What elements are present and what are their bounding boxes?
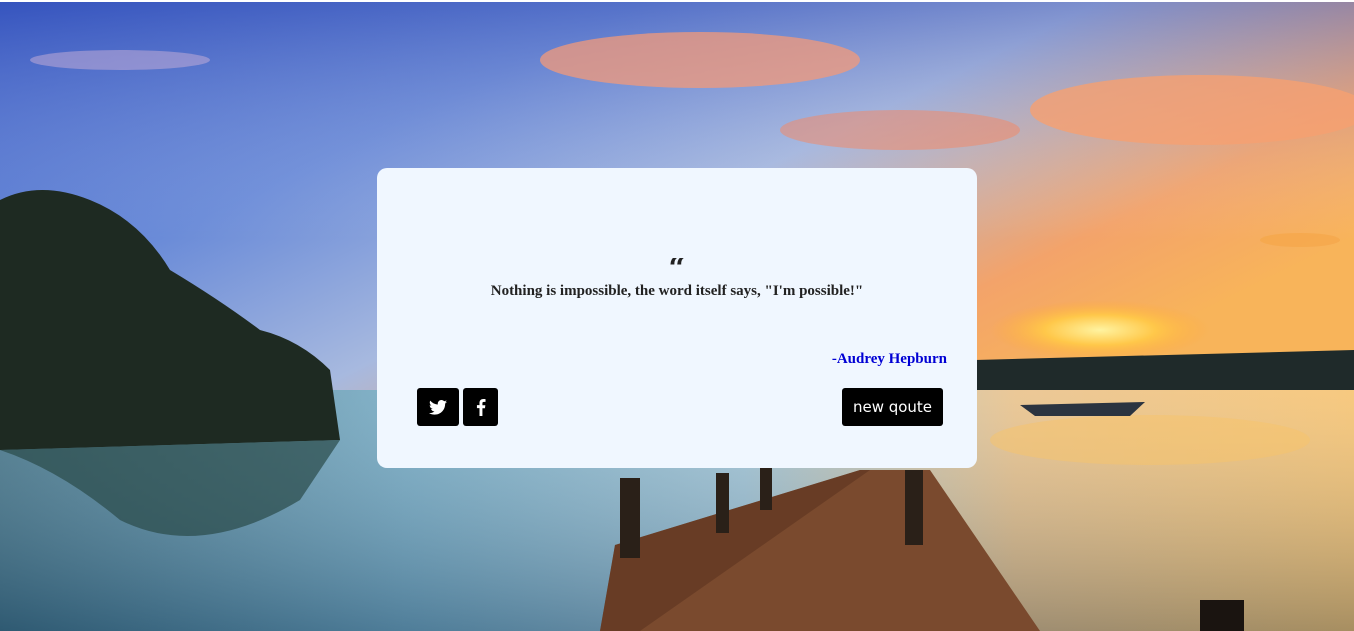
twitter-icon	[429, 399, 447, 415]
quote-author: -Audrey Hepburn	[831, 351, 947, 367]
quote-card: “ Nothing is impossible, the word itself…	[377, 168, 977, 468]
facebook-share-button[interactable]	[463, 388, 498, 426]
new-quote-button[interactable]: new qoute	[842, 388, 943, 426]
facebook-icon	[476, 398, 486, 416]
quote-text: Nothing is impossible, the word itself s…	[490, 283, 864, 299]
tweet-button[interactable]	[417, 388, 459, 426]
quote-left-icon: “	[668, 258, 686, 280]
top-edge	[0, 0, 1354, 2]
